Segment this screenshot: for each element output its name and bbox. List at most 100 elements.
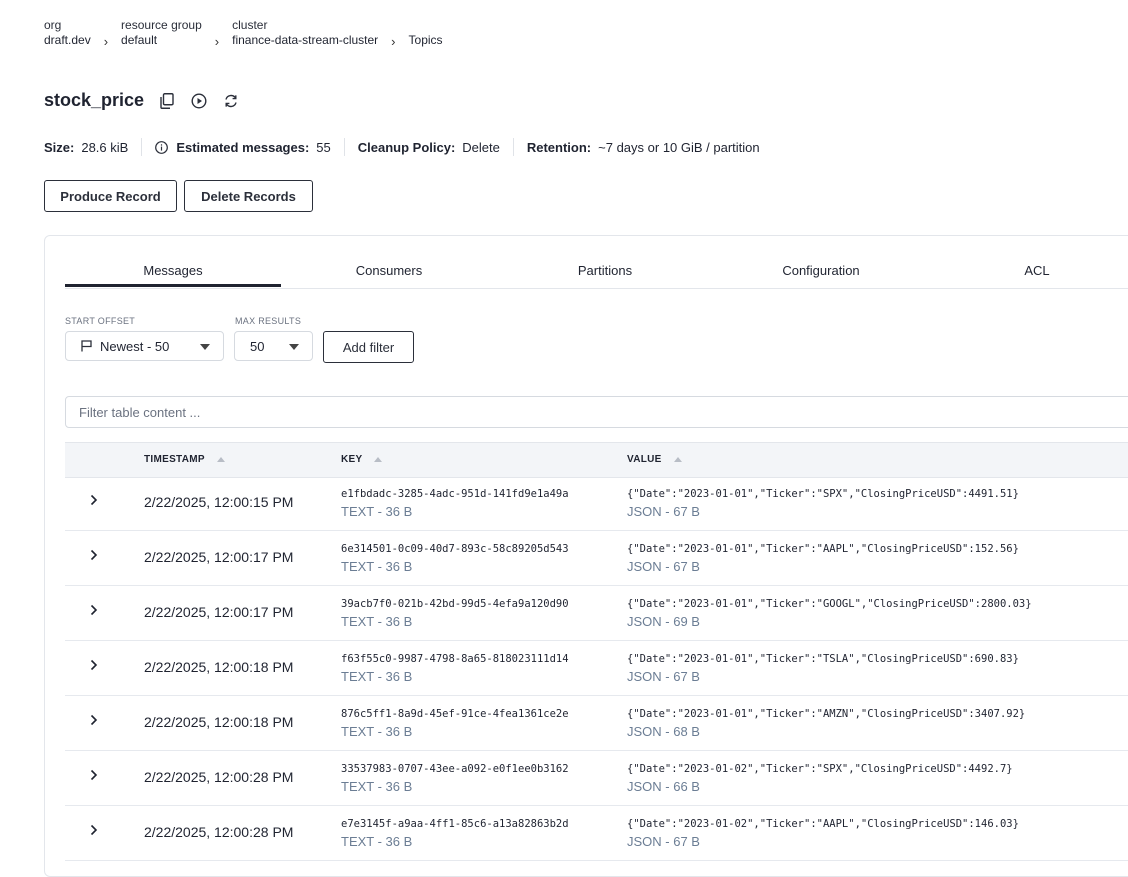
chevron-right-icon[interactable]: [87, 657, 101, 673]
breadcrumb-value[interactable]: default: [121, 33, 202, 48]
stat-label: Estimated messages:: [176, 139, 310, 155]
row-key-meta: TEXT - 36 B: [341, 669, 413, 684]
column-header-key[interactable]: KEY: [341, 454, 383, 465]
tab-acl[interactable]: ACL: [929, 262, 1128, 280]
tab-bar: Messages Consumers Partitions Configurat…: [65, 262, 1128, 289]
chevron-right-icon: ›: [391, 34, 396, 49]
caret-down-icon: [289, 344, 299, 350]
breadcrumb-current[interactable]: Topics: [409, 33, 443, 48]
row-key: 6e314501-0c09-40d7-893c-58c89205d543: [341, 543, 569, 555]
breadcrumb-resource-group[interactable]: resource group default: [121, 18, 202, 48]
table-row[interactable]: 2/22/2025, 12:00:17 PM 39acb7f0-021b-42b…: [65, 586, 1128, 641]
table-row[interactable]: 2/22/2025, 12:00:15 PM e1fbdadc-3285-4ad…: [65, 476, 1128, 531]
row-key: 876c5ff1-8a9d-45ef-91ce-4fea1361ce2e: [341, 708, 569, 720]
column-header-label: VALUE: [627, 454, 662, 465]
tab-configuration[interactable]: Configuration: [713, 262, 929, 280]
breadcrumb-cluster[interactable]: cluster finance-data-stream-cluster: [232, 18, 378, 48]
stat-retention: Retention: ~7 days or 10 GiB / partition: [527, 140, 760, 155]
stat-messages: Estimated messages: 55: [155, 139, 331, 155]
play-icon[interactable]: [190, 92, 208, 110]
tab-consumers[interactable]: Consumers: [281, 262, 497, 280]
breadcrumb-label: resource group: [121, 18, 202, 32]
column-header-label: TIMESTAMP: [144, 454, 205, 465]
row-value-meta: JSON - 67 B: [627, 669, 700, 684]
delete-records-button[interactable]: Delete Records: [184, 180, 313, 212]
row-timestamp: 2/22/2025, 12:00:18 PM: [144, 659, 294, 675]
table-row[interactable]: 2/22/2025, 12:00:18 PM f63f55c0-9987-479…: [65, 641, 1128, 696]
topic-stats: Size: 28.6 kiB Estimated messages: 55 Cl…: [44, 138, 760, 156]
row-value-meta: JSON - 67 B: [627, 504, 700, 519]
breadcrumb-org[interactable]: org draft.dev: [44, 18, 91, 48]
sort-icon[interactable]: [673, 457, 682, 462]
refresh-icon[interactable]: [222, 92, 240, 110]
row-timestamp: 2/22/2025, 12:00:17 PM: [144, 549, 294, 565]
table-row[interactable]: 2/22/2025, 12:00:18 PM 876c5ff1-8a9d-45e…: [65, 696, 1128, 751]
breadcrumb-value[interactable]: finance-data-stream-cluster: [232, 33, 378, 48]
column-header-timestamp[interactable]: TIMESTAMP: [144, 454, 225, 465]
stat-value: 55: [316, 139, 331, 155]
sort-icon[interactable]: [374, 457, 383, 462]
stat-label: Cleanup Policy:: [357, 139, 456, 155]
chevron-right-icon[interactable]: [87, 492, 101, 508]
stat-value: 28.6 kiB: [81, 139, 129, 155]
chevron-right-icon[interactable]: [87, 712, 101, 728]
row-timestamp: 2/22/2025, 12:00:28 PM: [144, 824, 294, 840]
message-table: 2/22/2025, 12:00:15 PM e1fbdadc-3285-4ad…: [65, 476, 1128, 861]
row-value-meta: JSON - 67 B: [627, 559, 700, 574]
start-offset-select[interactable]: Newest - 50: [65, 331, 224, 361]
breadcrumb-value[interactable]: draft.dev: [44, 33, 91, 48]
row-value-meta: JSON - 67 B: [627, 834, 700, 849]
chevron-right-icon: ›: [214, 34, 220, 49]
start-offset-value: Newest - 50: [100, 338, 170, 354]
divider: [343, 138, 345, 156]
copy-icon[interactable]: [158, 92, 176, 110]
row-value: {"Date":"2023-01-01","Ticker":"GOOGL","C…: [627, 598, 1032, 610]
max-results-label: MAX RESULTS: [235, 316, 302, 326]
row-value: {"Date":"2023-01-01","Ticker":"TSLA","Cl…: [627, 653, 1019, 665]
table-row[interactable]: 2/22/2025, 12:00:17 PM 6e314501-0c09-40d…: [65, 531, 1128, 586]
row-key-meta: TEXT - 36 B: [341, 724, 413, 739]
row-value-meta: JSON - 66 B: [627, 779, 700, 794]
chevron-right-icon[interactable]: [87, 767, 101, 783]
row-timestamp: 2/22/2025, 12:00:17 PM: [144, 604, 294, 620]
breadcrumb: org draft.dev › resource group default ›…: [44, 18, 443, 49]
caret-down-icon: [200, 344, 210, 350]
tab-messages[interactable]: Messages: [65, 262, 281, 280]
breadcrumb-label: org: [44, 18, 62, 32]
tab-partitions[interactable]: Partitions: [497, 262, 713, 280]
row-value: {"Date":"2023-01-01","Ticker":"AAPL","Cl…: [627, 543, 1019, 555]
row-timestamp: 2/22/2025, 12:00:28 PM: [144, 769, 294, 785]
row-timestamp: 2/22/2025, 12:00:18 PM: [144, 714, 294, 730]
row-value-meta: JSON - 68 B: [627, 724, 700, 739]
table-row[interactable]: 2/22/2025, 12:00:28 PM 33537983-0707-43e…: [65, 751, 1128, 806]
chevron-right-icon: ›: [103, 34, 109, 49]
info-icon[interactable]: [155, 140, 169, 154]
produce-record-button[interactable]: Produce Record: [44, 180, 177, 212]
stat-label: Retention:: [526, 139, 592, 155]
row-key: e1fbdadc-3285-4adc-951d-141fd9e1a49a: [341, 488, 569, 500]
table-filter-input[interactable]: [65, 396, 1128, 428]
row-key-meta: TEXT - 36 B: [341, 779, 413, 794]
column-header-value[interactable]: VALUE: [627, 454, 682, 465]
row-key-meta: TEXT - 36 B: [341, 834, 413, 849]
divider: [512, 138, 514, 156]
row-key-meta: TEXT - 36 B: [341, 614, 413, 629]
table-header: TIMESTAMP KEY VALUE: [65, 442, 1128, 478]
row-key: 39acb7f0-021b-42bd-99d5-4efa9a120d90: [341, 598, 569, 610]
chevron-right-icon[interactable]: [87, 547, 101, 563]
add-filter-button[interactable]: Add filter: [323, 331, 414, 363]
start-offset-label: START OFFSET: [65, 316, 136, 326]
chevron-right-icon[interactable]: [87, 602, 101, 618]
breadcrumb-label: cluster: [232, 18, 268, 32]
row-key: e7e3145f-a9aa-4ff1-85c6-a13a82863b2d: [341, 818, 569, 830]
row-value-meta: JSON - 69 B: [627, 614, 700, 629]
max-results-select[interactable]: 50: [234, 331, 313, 361]
row-key: f63f55c0-9987-4798-8a65-818023111d14: [341, 653, 569, 665]
max-results-value: 50: [250, 338, 265, 354]
chevron-right-icon[interactable]: [87, 822, 101, 838]
topic-header: stock_price: [44, 90, 240, 111]
row-value: {"Date":"2023-01-02","Ticker":"AAPL","Cl…: [627, 818, 1019, 830]
row-value: {"Date":"2023-01-01","Ticker":"SPX","Clo…: [627, 488, 1019, 500]
sort-icon[interactable]: [216, 457, 225, 462]
stat-size: Size: 28.6 kiB: [44, 140, 128, 155]
